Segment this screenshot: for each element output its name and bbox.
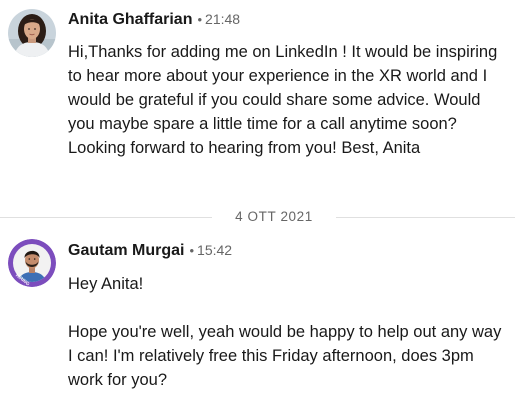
avatar[interactable]: HIRING — [8, 239, 56, 287]
date-divider: 4 OTT 2021 — [0, 208, 515, 228]
avatar[interactable] — [8, 9, 56, 57]
sender-name[interactable]: Gautam Murgai — [68, 242, 184, 260]
date-label: 4 OTT 2021 — [235, 209, 313, 224]
message-body: Hey Anita! Hope you're well, yeah would … — [68, 272, 508, 392]
profile-photo-hiring-icon: HIRING — [8, 239, 56, 287]
profile-photo-icon — [8, 9, 56, 57]
divider-line — [336, 217, 515, 218]
separator-dot: • — [197, 12, 203, 27]
separator-dot: • — [189, 243, 195, 258]
timestamp: 15:42 — [197, 242, 233, 258]
message-header: Gautam Murgai • 15:42 — [68, 242, 232, 264]
message-header: Anita Ghaffarian • 21:48 — [68, 11, 240, 33]
message-paragraph: Hey Anita! — [68, 275, 144, 293]
message-paragraph: Hi,Thanks for adding me on LinkedIn ! It… — [68, 43, 498, 157]
message-paragraph: Hope you're well, yeah would be happy to… — [68, 323, 502, 389]
divider-line — [0, 217, 212, 218]
sender-name[interactable]: Anita Ghaffarian — [68, 11, 192, 29]
timestamp: 21:48 — [205, 11, 241, 27]
message-body: Hi,Thanks for adding me on LinkedIn ! It… — [68, 40, 508, 160]
